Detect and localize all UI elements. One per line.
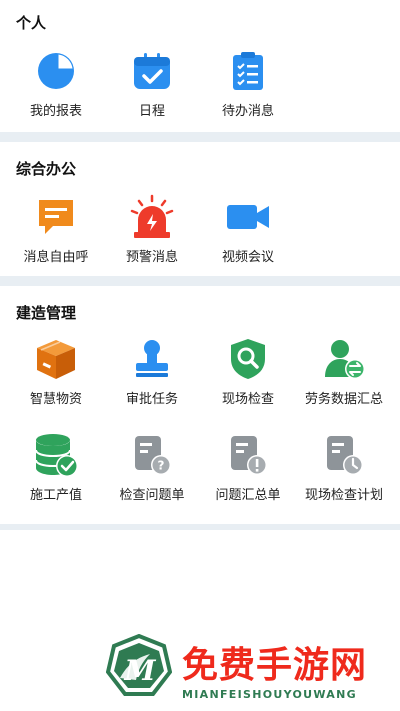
tile-issue-summary-sheet[interactable]: 问题汇总单 xyxy=(200,432,296,512)
svg-text:M: M xyxy=(124,654,157,687)
tile-alert-messages[interactable]: 预警消息 xyxy=(104,194,200,274)
section-office: 综合办公 消息自由呼 预警消息 视频会议 xyxy=(0,142,400,276)
doc-clock-icon xyxy=(321,432,367,478)
section-title-office: 综合办公 xyxy=(16,160,77,178)
tile-labor-data-summary[interactable]: 劳务数据汇总 xyxy=(296,336,392,416)
tile-label: 问题汇总单 xyxy=(215,488,281,503)
section-title-personal: 个人 xyxy=(16,14,47,32)
tile-label: 施工产值 xyxy=(29,488,82,503)
watermark-text: 免费手游网 xyxy=(182,645,368,686)
svg-text:?: ? xyxy=(158,459,165,473)
tile-todo-messages[interactable]: 待办消息 xyxy=(200,48,296,128)
section-divider xyxy=(0,276,400,286)
section-personal: 个人 我的报表 日程 待办消息 xyxy=(0,0,400,132)
tile-inspection-issue-sheet[interactable]: ? 检查问题单 xyxy=(104,432,200,512)
clipboard-checklist-icon xyxy=(225,48,271,94)
tile-label: 预警消息 xyxy=(125,250,178,265)
video-camera-icon xyxy=(225,194,271,240)
tile-approval-tasks[interactable]: 审批任务 xyxy=(104,336,200,416)
tile-label: 待办消息 xyxy=(221,104,274,119)
doc-alert-icon xyxy=(225,432,271,478)
tile-label: 消息自由呼 xyxy=(23,250,89,265)
tile-video-meeting[interactable]: 视频会议 xyxy=(200,194,296,274)
watermark: M 免费手游网 MIANFEISHOUYOUWANG xyxy=(100,632,400,711)
tile-label: 我的报表 xyxy=(29,104,82,119)
stamp-icon xyxy=(129,336,175,382)
tile-label: 检查问题单 xyxy=(119,488,185,503)
section-divider xyxy=(0,132,400,142)
watermark-subtext: MIANFEISHOUYOUWANG xyxy=(182,688,357,701)
alarm-siren-icon xyxy=(129,194,175,240)
pie-chart-icon xyxy=(33,48,79,94)
watermark-logo-icon: M xyxy=(105,633,173,700)
tile-smart-materials[interactable]: 智慧物资 xyxy=(8,336,104,416)
tile-label: 审批任务 xyxy=(125,392,178,407)
tile-site-inspection[interactable]: 现场检查 xyxy=(200,336,296,416)
database-check-icon xyxy=(33,432,79,478)
tile-label: 劳务数据汇总 xyxy=(304,392,383,407)
tile-label: 智慧物资 xyxy=(29,392,82,407)
tile-label: 日程 xyxy=(138,104,165,119)
tile-construction-output[interactable]: 施工产值 xyxy=(8,432,104,512)
section-divider xyxy=(0,524,400,530)
tile-schedule[interactable]: 日程 xyxy=(104,48,200,128)
box-icon xyxy=(33,336,79,382)
tile-my-reports[interactable]: 我的报表 xyxy=(8,48,104,128)
calendar-check-icon xyxy=(129,48,175,94)
tile-site-inspection-plan[interactable]: 现场检查计划 xyxy=(296,432,392,512)
tile-free-call[interactable]: 消息自由呼 xyxy=(8,194,104,274)
tile-label: 现场检查计划 xyxy=(304,488,383,503)
chat-bubble-icon xyxy=(33,194,79,240)
tile-label: 现场检查 xyxy=(221,392,274,407)
shield-search-icon xyxy=(225,336,271,382)
doc-question-icon: ? xyxy=(129,432,175,478)
user-exchange-icon xyxy=(321,336,367,382)
section-construction: 建造管理 智慧物资 审批任务 现场检查 劳务数据汇总 施工产值 ? 检查问题单 … xyxy=(0,286,400,524)
section-title-construction: 建造管理 xyxy=(16,304,77,322)
tile-label: 视频会议 xyxy=(221,250,274,265)
